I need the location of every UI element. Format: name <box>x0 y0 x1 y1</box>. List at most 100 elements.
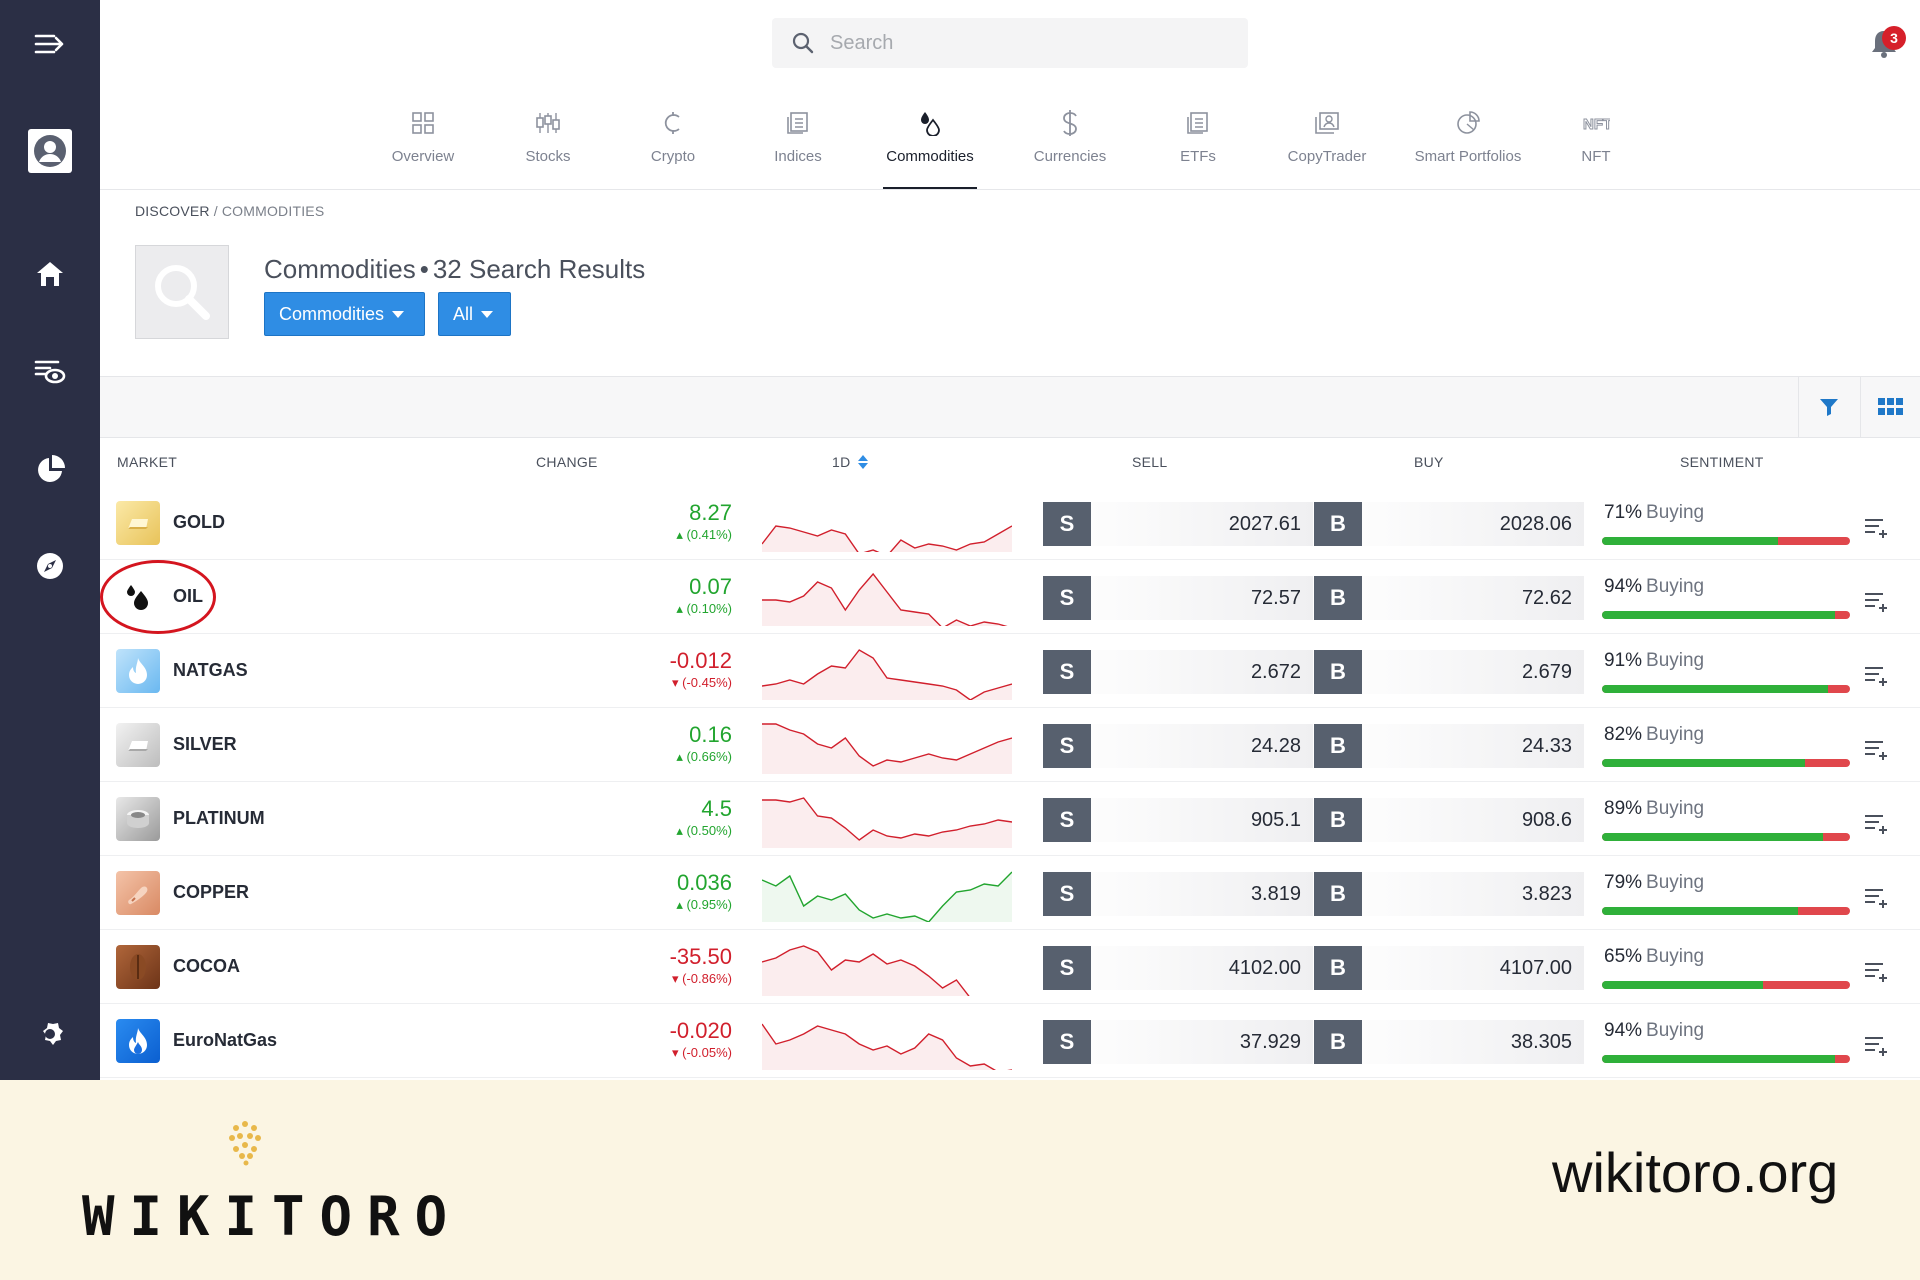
discover-compass-icon[interactable] <box>26 542 74 590</box>
change-cell: -35.50 ▾ (-0.86%) <box>600 944 732 987</box>
sell-price[interactable]: 905.1 <box>1091 798 1313 842</box>
grid-view-button[interactable] <box>1860 377 1920 437</box>
buy-price[interactable]: 24.33 <box>1362 724 1584 768</box>
add-to-watchlist-icon[interactable] <box>1864 812 1890 834</box>
sell-price[interactable]: 72.57 <box>1091 576 1313 620</box>
market-name[interactable]: GOLD <box>173 512 225 533</box>
filter-button[interactable] <box>1798 377 1858 437</box>
add-to-watchlist-icon[interactable] <box>1864 738 1890 760</box>
home-icon[interactable] <box>26 250 74 298</box>
table-row[interactable]: PLATINUM 4.5 ▴ (0.50%) S 905.1 B 908.6 89… <box>100 782 1920 856</box>
change-value: 8.27 <box>689 500 732 525</box>
sentiment-bar-fill <box>1602 981 1764 989</box>
add-to-watchlist-icon[interactable] <box>1864 886 1890 908</box>
notification-count-badge[interactable]: 3 <box>1882 26 1906 50</box>
market-name[interactable]: SILVER <box>173 734 237 755</box>
tab-copytrader[interactable]: CopyTrader <box>1272 100 1382 188</box>
sell-price[interactable]: 37.929 <box>1091 1020 1313 1064</box>
sentiment-bar <box>1602 981 1850 989</box>
tab-commodities[interactable]: Commodities <box>883 100 977 190</box>
tab-etfs[interactable]: ETFs <box>1158 100 1238 188</box>
market-name[interactable]: NATGAS <box>173 660 248 681</box>
add-to-watchlist-icon[interactable] <box>1864 516 1890 538</box>
sentiment-label: Buying <box>1646 650 1705 671</box>
column-header-sentiment[interactable]: SENTIMENT <box>1680 454 1764 470</box>
tab-nft[interactable]: NFT NFT <box>1556 100 1636 188</box>
portfolio-icon[interactable] <box>26 446 74 494</box>
buy-button[interactable]: B <box>1314 798 1362 842</box>
sell-button[interactable]: S <box>1043 798 1091 842</box>
buy-price[interactable]: 2028.06 <box>1362 502 1584 546</box>
breadcrumb-root[interactable]: DISCOVER <box>135 203 210 219</box>
buy-button[interactable]: B <box>1314 946 1362 990</box>
buy-button[interactable]: B <box>1314 872 1362 916</box>
table-row[interactable]: SILVER 0.16 ▴ (0.66%) S 24.28 B 24.33 82%… <box>100 708 1920 782</box>
change-percent-value: (-0.05%) <box>682 1045 732 1060</box>
sell-price[interactable]: 24.28 <box>1091 724 1313 768</box>
sell-button[interactable]: S <box>1043 502 1091 546</box>
sell-price[interactable]: 2.672 <box>1091 650 1313 694</box>
sell-button[interactable]: S <box>1043 650 1091 694</box>
sell-price[interactable]: 4102.00 <box>1091 946 1313 990</box>
tab-label: Overview <box>391 148 455 165</box>
table-row[interactable]: OIL 0.07 ▴ (0.10%) S 72.57 B 72.62 94% Buy… <box>100 560 1920 634</box>
sell-button[interactable]: S <box>1043 946 1091 990</box>
expand-menu-icon[interactable] <box>26 20 74 68</box>
change-percent: ▾ (-0.45%) <box>672 675 732 690</box>
table-row[interactable]: COPPER 0.036 ▴ (0.95%) S 3.819 B 3.823 79… <box>100 856 1920 930</box>
table-row[interactable]: GOLD 8.27 ▴ (0.41%) S 2027.61 B 2028.06 7… <box>100 486 1920 560</box>
column-header-sell[interactable]: SELL <box>1132 454 1167 470</box>
market-name[interactable]: COPPER <box>173 882 249 903</box>
buy-button[interactable]: B <box>1314 1020 1362 1064</box>
market-name[interactable]: COCOA <box>173 956 240 977</box>
buy-price[interactable]: 3.823 <box>1362 872 1584 916</box>
change-cell: 4.5 ▴ (0.50%) <box>600 796 732 839</box>
market-name[interactable]: PLATINUM <box>173 808 265 829</box>
tab-smart-portfolios[interactable]: Smart Portfolios <box>1400 100 1536 188</box>
add-to-watchlist-icon[interactable] <box>1864 960 1890 982</box>
sparkline-chart <box>762 525 1012 552</box>
table-row[interactable]: NATGAS -0.012 ▾ (-0.45%) S 2.672 B 2.679 … <box>100 634 1920 708</box>
subcategory-filter-dropdown[interactable]: All <box>438 292 511 336</box>
buy-button[interactable]: B <box>1314 724 1362 768</box>
column-header-market[interactable]: MARKET <box>117 454 177 470</box>
buy-price[interactable]: 72.62 <box>1362 576 1584 620</box>
tab-currencies[interactable]: Currencies <box>1020 100 1120 188</box>
sell-button[interactable]: S <box>1043 872 1091 916</box>
sentiment-bar-fill <box>1602 833 1823 841</box>
buy-price[interactable]: 38.305 <box>1362 1020 1584 1064</box>
sell-button[interactable]: S <box>1043 1020 1091 1064</box>
buy-button[interactable]: B <box>1314 502 1362 546</box>
buy-button[interactable]: B <box>1314 650 1362 694</box>
avatar[interactable] <box>28 129 72 173</box>
buy-button[interactable]: B <box>1314 576 1362 620</box>
table-row[interactable]: EuroNatGas -0.020 ▾ (-0.05%) S 37.929 B 3… <box>100 1004 1920 1078</box>
sell-button[interactable]: S <box>1043 724 1091 768</box>
settings-gear-icon[interactable] <box>26 1010 74 1058</box>
buy-price[interactable]: 4107.00 <box>1362 946 1584 990</box>
search-input[interactable] <box>830 31 1230 55</box>
buy-price[interactable]: 2.679 <box>1362 650 1584 694</box>
add-to-watchlist-icon[interactable] <box>1864 1034 1890 1056</box>
sentiment-bar <box>1602 759 1850 767</box>
sell-price[interactable]: 2027.61 <box>1091 502 1313 546</box>
watchlist-icon[interactable] <box>26 348 74 396</box>
table-row[interactable]: COCOA -35.50 ▾ (-0.86%) S 4102.00 B 4107.… <box>100 930 1920 1004</box>
column-header-buy[interactable]: BUY <box>1414 454 1444 470</box>
column-header-1d[interactable]: 1D <box>832 454 869 470</box>
column-header-change[interactable]: CHANGE <box>536 454 598 470</box>
sell-price[interactable]: 3.819 <box>1091 872 1313 916</box>
sort-icon <box>857 455 868 469</box>
add-to-watchlist-icon[interactable] <box>1864 590 1890 612</box>
sell-button[interactable]: S <box>1043 576 1091 620</box>
tab-crypto[interactable]: Crypto <box>633 100 713 188</box>
tab-overview[interactable]: Overview <box>383 100 463 188</box>
tab-stocks[interactable]: Stocks <box>508 100 588 188</box>
search-bar[interactable] <box>772 18 1248 68</box>
tab-indices[interactable]: Indices <box>758 100 838 188</box>
buy-price[interactable]: 908.6 <box>1362 798 1584 842</box>
add-to-watchlist-icon[interactable] <box>1864 664 1890 686</box>
market-name[interactable]: EuroNatGas <box>173 1030 277 1051</box>
category-filter-dropdown[interactable]: Commodities <box>264 292 425 336</box>
change-value: 0.16 <box>689 722 732 747</box>
